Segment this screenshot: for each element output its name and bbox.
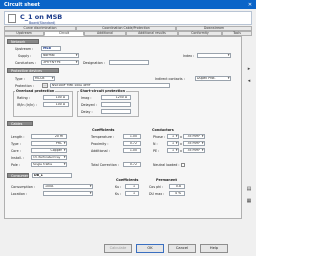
cable-type-label: Type : <box>11 142 21 146</box>
neutral-size-select[interactable]: 35 mm² <box>183 141 205 146</box>
core-select[interactable]: Copper <box>31 148 67 153</box>
network-section-header[interactable]: Network <box>7 39 39 44</box>
pe-size-select[interactable]: 35 mm² <box>183 148 205 153</box>
conductors-label: Conductors : <box>15 61 36 65</box>
du-max-label: DU max : <box>149 192 165 196</box>
protection-section-header[interactable]: Protective devices <box>7 68 59 73</box>
pole-select[interactable]: Single 3-Wire <box>31 162 67 167</box>
circuit-panel: Network Upstream : MSB Supply : Normal C… <box>4 36 242 219</box>
location-select[interactable] <box>43 191 93 196</box>
phase-label: Phase : <box>153 135 166 139</box>
neutral-loaded-label: Neutral loaded : <box>153 163 180 167</box>
ku-label: Ku : <box>115 185 122 189</box>
close-icon[interactable]: ✕ <box>247 2 253 8</box>
designation-label: Designation : <box>83 61 105 65</box>
proximity-field[interactable]: 0.72 <box>123 141 141 146</box>
location-label: Location : <box>11 192 28 196</box>
device-type-select[interactable]: MCCB <box>33 76 55 81</box>
consumer-coefficients-title: Coefficients <box>115 178 140 182</box>
delayed-field[interactable] <box>101 102 131 107</box>
permanent-title: Permanent <box>155 178 179 182</box>
temperature-label: Temperature : <box>91 135 115 139</box>
cable-coefficients-title: Coefficients <box>91 128 116 132</box>
protection-label: Protection : <box>15 84 34 88</box>
neutral-label: N : <box>153 142 158 146</box>
length-label: Length : <box>11 135 25 139</box>
cable-type-select[interactable]: PRC <box>31 141 67 146</box>
proximity-label: Proximity : <box>91 142 109 146</box>
window-title: Circuit sheet <box>4 1 40 8</box>
ks-field[interactable]: 1 <box>125 191 139 196</box>
overload-title: Overload protection <box>15 89 56 93</box>
additional-coef-label: Additional : <box>91 149 110 153</box>
total-correction-label: Total Correction : <box>91 163 119 167</box>
conductors-title: Conductors <box>151 128 175 132</box>
indirect-contacts-label: Indirect contacts : <box>155 77 185 81</box>
consumer-name-field[interactable]: DB_1 <box>32 173 72 178</box>
phase-size-select[interactable]: 35 mm² <box>183 134 205 139</box>
supply-select[interactable]: Normal <box>41 53 79 58</box>
consumption-label: Consumption : <box>11 185 35 189</box>
length-field[interactable]: 20 m <box>31 134 67 139</box>
protection-more-icon[interactable]: … <box>42 83 48 88</box>
consumer-section-header[interactable]: Consumer <box>7 173 29 178</box>
index-select[interactable] <box>197 53 231 58</box>
upstream-value: MSB <box>41 46 61 51</box>
ks-label: Ks : <box>115 192 122 196</box>
imag-label: Imag : <box>81 96 92 100</box>
pe-count-select[interactable]: 1 <box>167 148 179 153</box>
ir-field[interactable]: 100 A <box>43 102 69 107</box>
imag-field[interactable]: 1250 A <box>101 95 131 100</box>
neutral-loaded-checkbox[interactable] <box>181 162 185 167</box>
index-label: Index : <box>183 54 195 58</box>
cosphi-label: Cos phi : <box>149 185 164 189</box>
pe-label: PE : <box>153 149 160 153</box>
ku-field[interactable]: 1 <box>125 184 139 189</box>
install-label: Install. : <box>11 156 25 160</box>
calculate-button[interactable]: Calculate <box>104 244 132 253</box>
rating-field[interactable]: 100 A <box>43 95 69 100</box>
consumption-select[interactable]: 100A <box>43 184 93 189</box>
cancel-button[interactable]: Cancel <box>168 244 196 253</box>
circuit-board-subtitle: Board(Standard) <box>29 21 56 25</box>
help-button[interactable]: Help <box>200 244 228 253</box>
circuit-name: C_1 on MSB <box>20 13 63 21</box>
additional-coef-field[interactable]: 1.00 <box>123 148 141 153</box>
device-type-label: Type : <box>15 77 25 81</box>
cables-section-header[interactable]: Cables <box>7 121 33 126</box>
designation-field[interactable] <box>109 60 149 65</box>
du-max-field[interactable]: 4 % <box>169 191 185 196</box>
document-icon[interactable]: ▦ <box>246 198 252 204</box>
indirect-contacts-select[interactable]: Dupec Prot. <box>195 76 231 81</box>
upstream-label: Upstream : <box>15 47 34 51</box>
title-bar: Circuit sheet ✕ <box>0 0 256 9</box>
side-toolbar: ▸ ◂ ▤ ▦ <box>244 36 254 219</box>
pole-label: Pole : <box>11 163 20 167</box>
delay-label: Delay : <box>81 110 93 114</box>
cosphi-field[interactable]: 0.8 <box>169 184 185 189</box>
print-icon[interactable]: ▤ <box>246 186 252 192</box>
side-arrow-right-icon[interactable]: ▸ <box>246 66 252 72</box>
delay-field[interactable] <box>101 109 131 114</box>
core-label: Core : <box>11 149 21 153</box>
neutral-count-select[interactable]: 1 <box>167 141 179 146</box>
supply-label: Supply : <box>18 54 32 58</box>
conductors-select[interactable]: 3Ph+N+PE <box>41 60 79 65</box>
ir-label: IR/In (Ir/In) : <box>17 103 37 107</box>
total-correction-field: 0.72 <box>123 162 141 167</box>
circuit-icon <box>8 14 16 23</box>
phase-count-select[interactable]: 1 <box>167 134 179 139</box>
circuit-header: C_1 on MSB Board(Standard) <box>4 11 252 25</box>
delayed-label: Delayed : <box>81 103 97 107</box>
protection-value: NSX160F TMD 100A 4P3T <box>50 83 170 88</box>
install-select[interactable]: 13. Perforated tray <box>31 155 67 160</box>
short-circuit-title: Short-circuit protection <box>79 89 127 93</box>
side-arrow-left-icon[interactable]: ◂ <box>246 78 252 84</box>
temperature-field[interactable]: 1.00 <box>123 134 141 139</box>
circuit-sheet-dialog: Circuit sheet ✕ C_1 on MSB Board(Standar… <box>0 0 256 256</box>
ok-button[interactable]: OK <box>136 244 164 253</box>
rating-label: Rating : <box>17 96 30 100</box>
